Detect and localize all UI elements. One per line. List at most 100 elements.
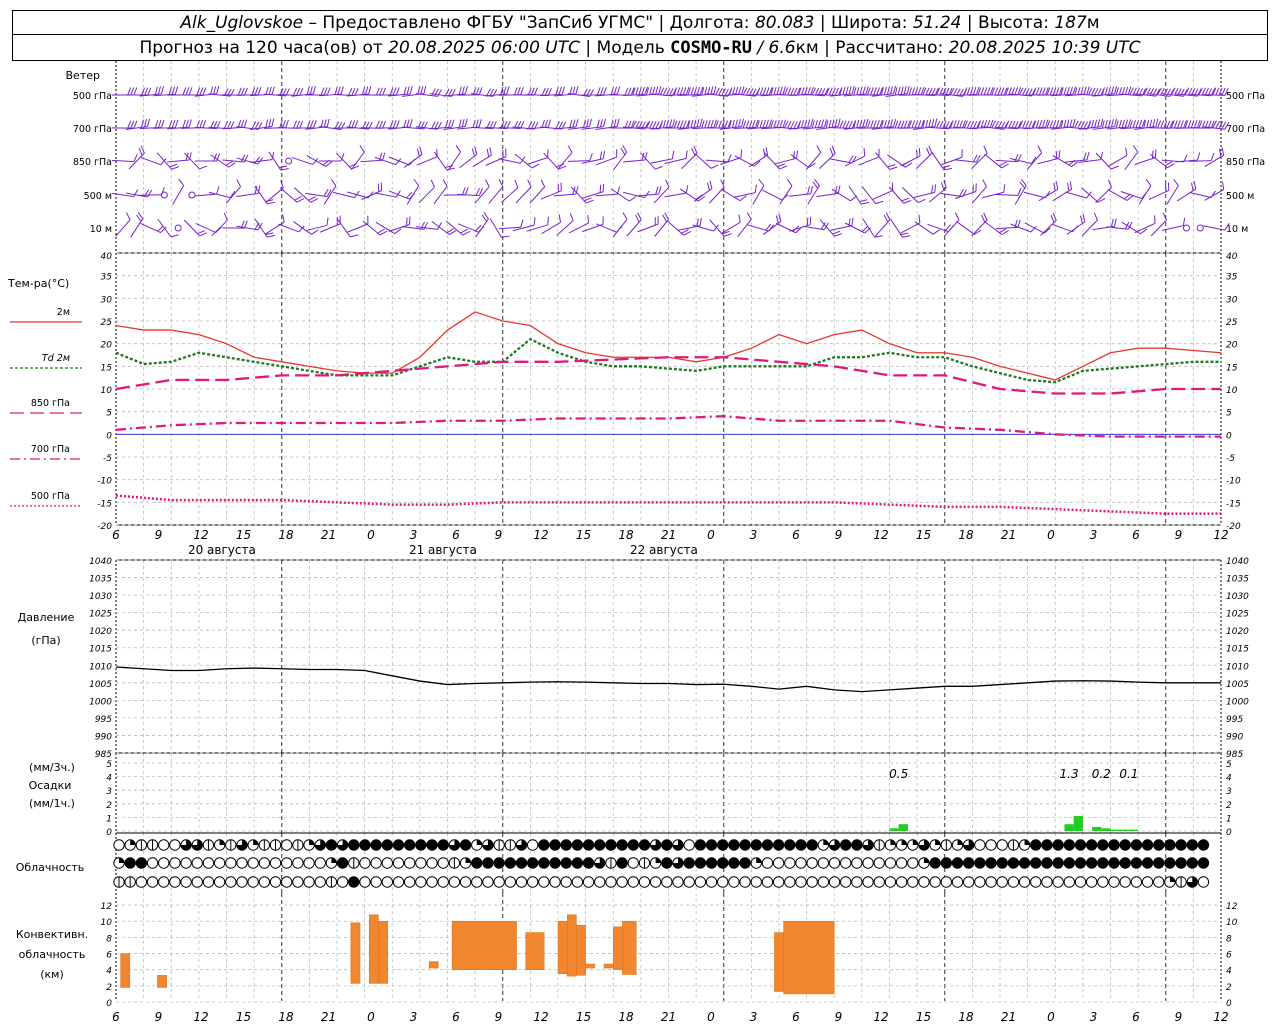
cloud-symbol-outline — [403, 857, 416, 869]
cloud-symbol — [627, 876, 639, 888]
cloud-symbol-outline — [225, 876, 237, 888]
wind-barb-feather — [1110, 165, 1119, 170]
wind-barb-feather — [943, 167, 952, 171]
wind-barb — [748, 147, 769, 168]
wind-barb-staff — [1203, 225, 1225, 231]
wind-barb-feather — [1069, 86, 1073, 95]
cloud-symbol — [761, 857, 774, 869]
wind-barb-staff — [291, 157, 314, 165]
wind-barb-feather — [130, 87, 135, 96]
wind-barb — [788, 185, 814, 197]
precip-total-label: 1.3 — [1060, 767, 1079, 781]
wind-barb — [418, 179, 435, 204]
cloud-symbol-outline — [236, 876, 248, 888]
wind-barb-feather — [745, 120, 750, 129]
cloud-symbol — [962, 876, 975, 888]
wind-barb — [1175, 152, 1201, 163]
wind-barb-feather — [806, 217, 809, 226]
cloud-symbol — [907, 839, 919, 851]
wind-barb-feather — [610, 119, 614, 128]
wind-barb-feather — [282, 214, 285, 223]
pressure-label: Давление — [18, 611, 75, 624]
cloud-symbol-outline — [627, 857, 639, 869]
wind-barb — [474, 179, 490, 204]
cloud-symbol — [1130, 876, 1143, 888]
cloud-symbol — [381, 857, 394, 869]
date-label: 20 августа — [188, 543, 256, 557]
cloud-symbol-outline — [1041, 857, 1053, 869]
wind-barb-feather — [1041, 87, 1046, 96]
wind-barb-feather — [293, 120, 298, 129]
wind-barb — [752, 178, 765, 205]
wind-barb-feather — [1069, 119, 1073, 128]
cloud-symbol — [1030, 857, 1042, 869]
wind-barb — [678, 217, 702, 231]
cloud-symbol-outline — [638, 839, 651, 851]
cloud-symbol-outline — [974, 876, 986, 888]
cloud-symbol-outline — [269, 857, 282, 869]
cloud-symbol — [1074, 876, 1087, 888]
wind-barb — [128, 145, 145, 170]
wind-barb-staff — [167, 159, 190, 163]
cloud-symbol — [269, 839, 282, 851]
cloud-symbol — [683, 876, 695, 888]
wind-barb-feather — [883, 119, 887, 128]
cloud-symbol-outline — [627, 876, 639, 888]
time-tick: 18 — [278, 528, 294, 542]
wind-barb-feather — [311, 229, 319, 235]
wind-barb-feather — [779, 119, 783, 128]
cloud-symbol-outline — [437, 857, 449, 869]
cloud-symbol — [225, 839, 237, 851]
cloud-symbol — [426, 857, 438, 869]
wind-barb — [733, 184, 757, 198]
wind-barb — [861, 186, 884, 205]
time-tick: 9 — [1175, 528, 1183, 542]
wind-barb-feather — [1050, 214, 1055, 223]
cloud-symbol-outline — [694, 839, 707, 851]
cloud-symbol-outline — [1074, 857, 1087, 869]
wind-barb-feather — [696, 86, 701, 95]
wind-barb — [266, 180, 284, 203]
wind-barb-feather — [1124, 119, 1129, 128]
wind-barb-feather — [185, 87, 190, 96]
wind-barb-feather — [731, 119, 735, 128]
wind-barb-feather — [1132, 145, 1139, 153]
wind-barb-feather — [586, 119, 589, 128]
wind-barb-feather — [406, 86, 410, 95]
cloud-symbol — [336, 839, 349, 851]
cloud-symbol — [292, 876, 304, 888]
time-tick-bottom: 0 — [707, 1010, 715, 1024]
cloud-symbol — [493, 876, 505, 888]
cloud-symbol-outline — [828, 857, 841, 869]
wind-barb-feather — [478, 87, 483, 96]
cloud-symbol — [705, 839, 718, 851]
cloud-symbol-outline — [616, 839, 628, 851]
wind-barb-feather — [359, 145, 365, 153]
wind-barb — [887, 154, 913, 168]
wind-barb-feather — [544, 87, 549, 96]
cloud-symbol — [482, 876, 494, 888]
wind-barb-feather — [547, 119, 552, 128]
wind-barb-staff — [293, 187, 312, 203]
cloud-symbol-quarter — [130, 839, 136, 845]
wind-barb-feather — [464, 118, 468, 127]
cloud-label: Облачность — [16, 861, 85, 874]
wind-barb-staff — [293, 221, 312, 235]
wind-barb-staff — [899, 127, 922, 129]
wind-barb-feather — [413, 178, 420, 186]
wind-barb-feather — [1145, 178, 1152, 186]
time-tick-bottom: 0 — [1047, 1010, 1055, 1024]
cloud-symbol — [1197, 876, 1210, 888]
wind-barb-feather — [856, 87, 860, 96]
cloud-symbol — [940, 839, 953, 851]
wind-barb-feather — [431, 121, 436, 129]
wind-barb-feather — [210, 86, 214, 95]
cloud-symbol-outline — [962, 876, 975, 888]
wind-barb — [790, 154, 816, 168]
cloud-symbol-outline — [840, 857, 852, 869]
cloud-symbol — [940, 876, 953, 888]
cloud-symbol — [750, 839, 762, 851]
wind-barb-feather — [354, 88, 359, 96]
wind-barb-feather — [718, 87, 723, 96]
wind-barb-feather — [144, 119, 147, 128]
